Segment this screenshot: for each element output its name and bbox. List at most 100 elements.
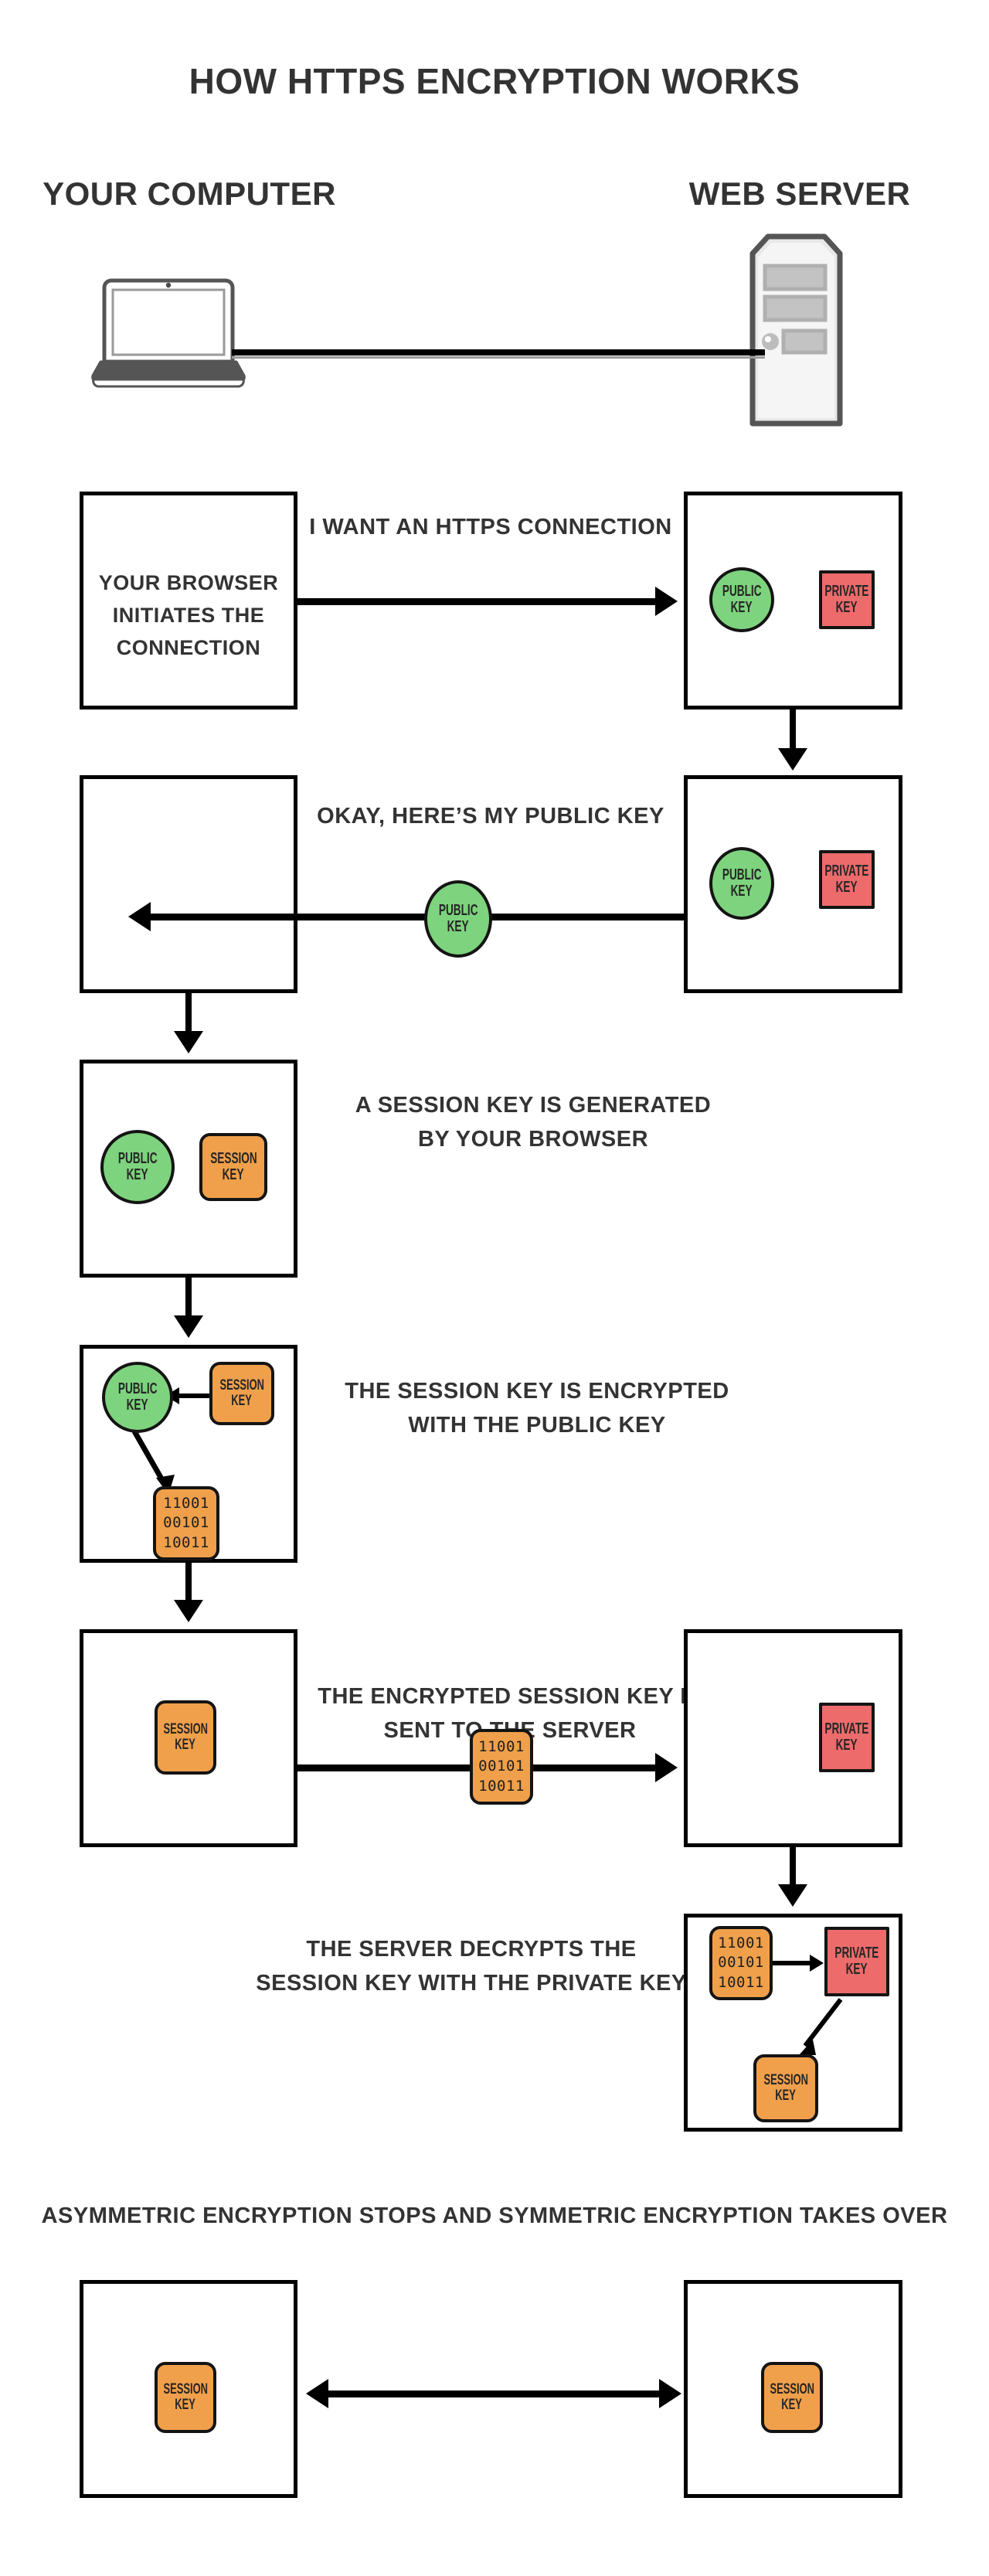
- step6-encrypted-line-2: 00101: [718, 1954, 764, 1972]
- step3-caption-line-2: BY YOUR BROWSER: [417, 1127, 649, 1152]
- connector-s1-s2-server-head: [778, 748, 807, 771]
- step5-session-key-line-1: SESSION: [163, 1720, 208, 1737]
- step1-client-line-1: YOUR BROWSER: [98, 571, 279, 594]
- step6-caption-line-1: THE SERVER DECRYPTS THE: [306, 1937, 637, 1962]
- step3-public-key-token: PUBLIC KEY: [100, 1130, 175, 1204]
- step6-decrypt-arrow-shaft: [773, 1961, 813, 1965]
- step3-session-key-line-1: SESSION: [209, 1149, 257, 1167]
- connector-s4-s5-head: [174, 1600, 203, 1622]
- step5-private-key-line-1: PRIVATE: [824, 1720, 869, 1737]
- laptop-icon: [91, 278, 246, 388]
- step2-caption: OKAY, HERE’S MY PUBLIC KEY: [297, 799, 684, 833]
- column-heading-client: YOUR COMPUTER: [0, 178, 379, 210]
- step6-encrypted-line-3: 10011: [718, 1973, 764, 1991]
- footer-server-session-line-2: KEY: [781, 2397, 803, 2413]
- step6-private-key-line-2: KEY: [846, 1961, 868, 1978]
- step1-public-key-line-1: PUBLIC: [722, 582, 762, 600]
- step6-encrypted-token: 11001 00101 10011: [709, 1926, 773, 2000]
- step6-caption: THE SERVER DECRYPTS THE SESSION KEY WITH…: [255, 1932, 688, 2000]
- step2-payload-line-2: KEY: [447, 918, 469, 935]
- step4-public-key-line-1: PUBLIC: [117, 1380, 158, 1397]
- step2-public-key-line-1: PUBLIC: [722, 866, 762, 883]
- step4-public-key-token: PUBLIC KEY: [102, 1362, 173, 1433]
- step6-caption-line-2: SESSION KEY WITH THE PRIVATE KEY: [256, 1971, 687, 1996]
- step4-caption-line-1: THE SESSION KEY IS ENCRYPTED: [345, 1379, 729, 1404]
- step2-private-key-line-2: KEY: [836, 879, 858, 896]
- footer-arrow-head-left: [306, 2379, 328, 2408]
- step1-arrow-head: [655, 587, 678, 616]
- step4-encrypted-line-2: 00101: [163, 1514, 209, 1532]
- footer-arrow-head-right: [659, 2379, 681, 2408]
- step5-payload-line-3: 10011: [478, 1777, 525, 1795]
- step2-payload-public-key-token: PUBLIC KEY: [424, 880, 492, 958]
- connector-s5-s6-shaft: [790, 1847, 796, 1889]
- page-title-text: HOW HTTPS ENCRYPTION WORKS: [189, 61, 800, 101]
- step6-session-key-token: SESSION KEY: [753, 2054, 818, 2122]
- step6-private-key-line-1: PRIVATE: [834, 1944, 879, 1962]
- step1-public-key-token: PUBLIC KEY: [709, 567, 774, 632]
- connector-s3-s4-shaft: [185, 1278, 192, 1319]
- connector-s4-s5-shaft: [185, 1563, 192, 1604]
- step6-session-key-line-1: SESSION: [763, 2071, 808, 2088]
- step4-caption-line-2: WITH THE PUBLIC KEY: [408, 1413, 666, 1438]
- step4-encrypted-line-1: 11001: [163, 1495, 209, 1513]
- step2-payload-line-1: PUBLIC: [438, 901, 478, 919]
- step2-private-key-token: PRIVATE KEY: [819, 850, 875, 909]
- step5-payload-line-1: 11001: [478, 1738, 525, 1756]
- device-cable-shadow: [232, 356, 765, 359]
- step1-client-line-2: INITIATES THE: [112, 604, 265, 627]
- step3-session-key-token: SESSION KEY: [199, 1133, 267, 1201]
- step4-encrypted-line-3: 10011: [163, 1533, 209, 1551]
- footer-client-session-key-token: SESSION KEY: [155, 2362, 216, 2433]
- step3-caption-line-1: A SESSION KEY IS GENERATED: [355, 1093, 712, 1118]
- step6-session-key-line-2: KEY: [775, 2088, 797, 2104]
- step2-arrow-shaft: [151, 914, 684, 920]
- step4-encrypted-token: 11001 00101 10011: [153, 1486, 219, 1560]
- step4-caption: THE SESSION KEY IS ENCRYPTED WITH THE PU…: [332, 1374, 742, 1442]
- step1-private-key-line-2: KEY: [836, 599, 858, 616]
- step4-public-key-line-2: KEY: [127, 1397, 148, 1414]
- server-tower-icon: [749, 233, 843, 427]
- step2-public-key-line-2: KEY: [731, 883, 753, 900]
- connector-s2-s3-client-shaft: [185, 993, 192, 1035]
- step3-caption: A SESSION KEY IS GENERATED BY YOUR BROWS…: [332, 1088, 734, 1156]
- page-title: HOW HTTPS ENCRYPTION WORKS: [0, 63, 989, 99]
- step5-private-key-token: PRIVATE KEY: [819, 1703, 875, 1772]
- footer-client-session-line-2: KEY: [175, 2397, 196, 2413]
- infographic-canvas: HOW HTTPS ENCRYPTION WORKS YOUR COMPUTER…: [0, 0, 989, 2576]
- connector-s1-s2-server-shaft: [790, 710, 796, 751]
- step3-session-key-line-2: KEY: [223, 1166, 244, 1183]
- step1-caption: I WANT AN HTTPS CONNECTION: [297, 510, 684, 544]
- step6-decrypt-arrow-head: [810, 1955, 824, 1972]
- column-heading-server-text: WEB SERVER: [688, 175, 911, 212]
- step2-public-key-token: PUBLIC KEY: [709, 847, 774, 920]
- footer-server-session-key-token: SESSION KEY: [761, 2362, 823, 2433]
- step2-client-box: [80, 775, 297, 993]
- footer-client-session-line-1: SESSION: [163, 2380, 208, 2397]
- device-cable: [232, 349, 765, 356]
- step4-session-key-token: SESSION KEY: [209, 1362, 274, 1425]
- step5-arrow-head: [655, 1753, 678, 1782]
- connector-s5-s6-head: [778, 1884, 807, 1907]
- step4-session-key-line-1: SESSION: [219, 1376, 264, 1393]
- step5-session-key-token: SESSION KEY: [155, 1700, 216, 1775]
- step1-public-key-line-2: KEY: [731, 599, 753, 616]
- step3-public-key-line-1: PUBLIC: [117, 1149, 158, 1167]
- step1-caption-text: I WANT AN HTTPS CONNECTION: [309, 515, 672, 539]
- step2-caption-text: OKAY, HERE’S MY PUBLIC KEY: [317, 804, 664, 829]
- step5-caption-line-1: THE ENCRYPTED SESSION KEY IS: [318, 1684, 702, 1709]
- step2-private-key-line-1: PRIVATE: [824, 862, 869, 880]
- step3-public-key-line-2: KEY: [127, 1166, 148, 1183]
- step5-payload-encrypted-token: 11001 00101 10011: [470, 1729, 533, 1805]
- column-heading-server: WEB SERVER: [610, 178, 989, 210]
- footer-caption: ASYMMETRIC ENCRYPTION STOPS AND SYMMETRI…: [39, 2199, 950, 2233]
- step2-arrow-head: [128, 902, 151, 931]
- step1-arrow-shaft: [297, 598, 657, 605]
- step6-private-key-token: PRIVATE KEY: [824, 1927, 889, 1996]
- step1-private-key-token: PRIVATE KEY: [819, 570, 875, 629]
- step1-private-key-line-1: PRIVATE: [824, 582, 869, 600]
- step5-session-key-line-2: KEY: [175, 1737, 196, 1753]
- column-heading-client-text: YOUR COMPUTER: [42, 175, 336, 212]
- step1-client-line-3: CONNECTION: [116, 636, 261, 659]
- footer-arrow-shaft: [328, 2391, 661, 2397]
